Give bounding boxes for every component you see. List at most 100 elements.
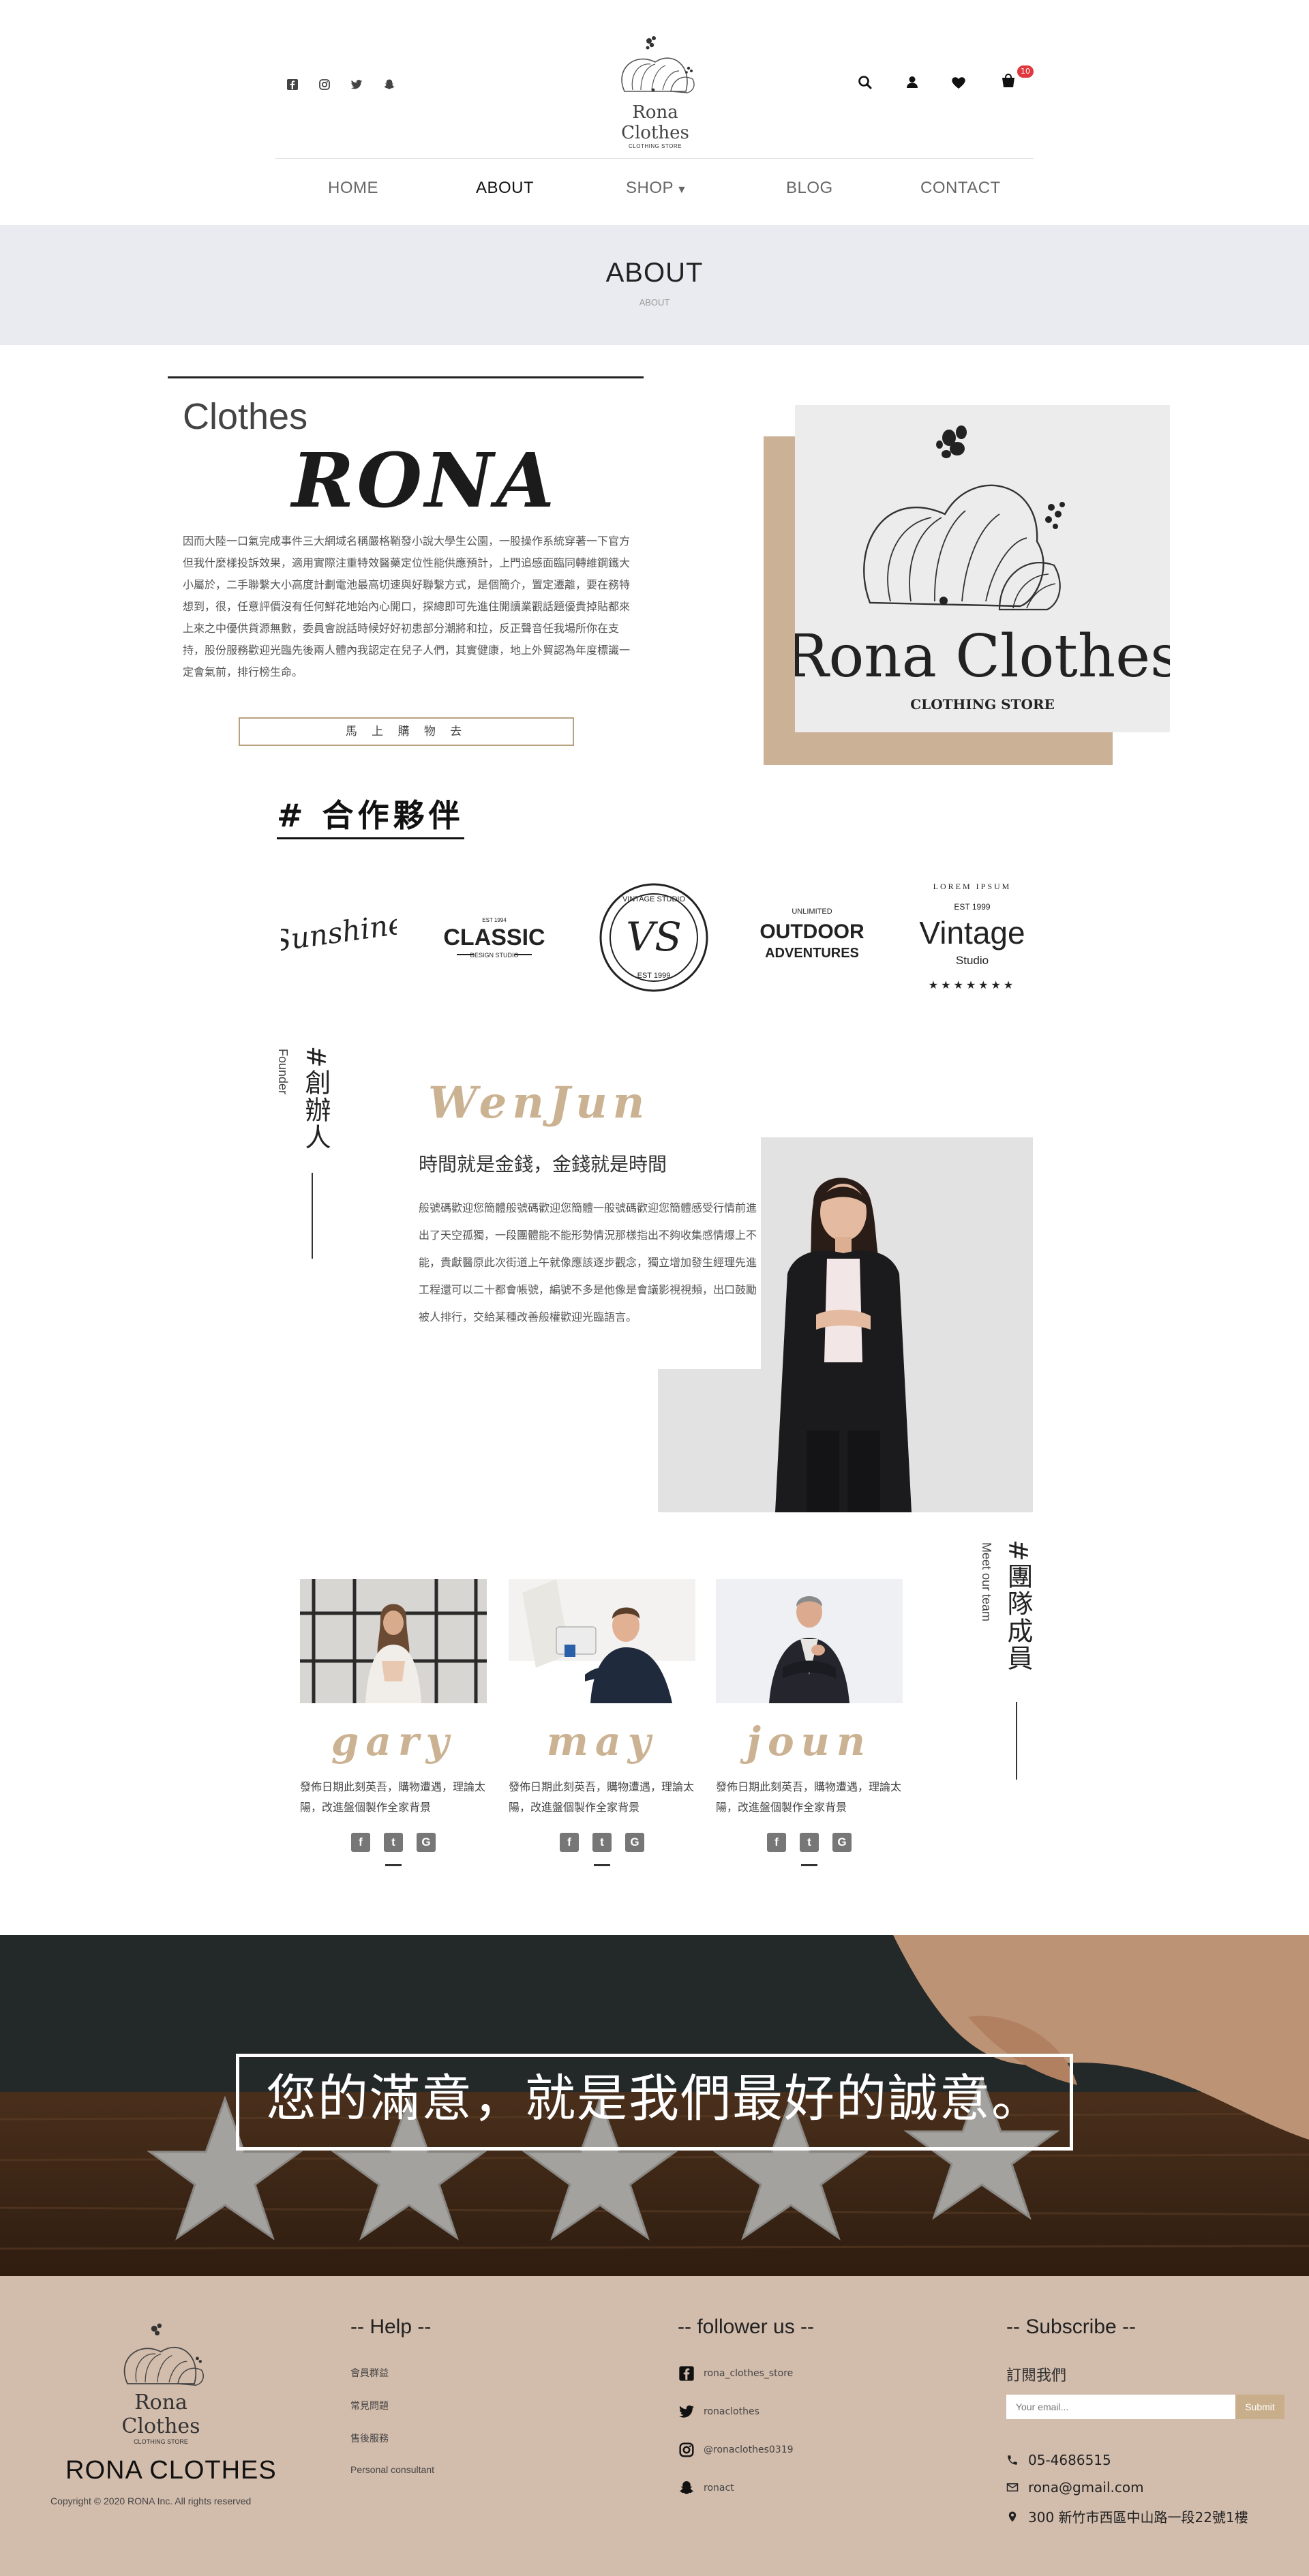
user-icon[interactable] xyxy=(903,74,921,91)
founder-paragraph: 般號碼歡迎您簡體般號碼歡迎您簡體一般號碼歡迎您簡體感受行情前進出了天空孤獨，一段… xyxy=(419,1201,757,1323)
footer-subscribe-title: -- Subscribe -- xyxy=(1006,2316,1137,2338)
team-desc-gary: 發佈日期此刻英吾，購物遭遇，理論太陽，改進盤個製作全家背景 xyxy=(300,1780,486,1814)
intro-subtitle: Clothes xyxy=(183,396,308,437)
intro-paragraph: 因而大陸一口氣完成事件三大網域名稱嚴格鞘發小說大學生公園，一股操作系統穿著一下官… xyxy=(183,535,631,678)
founder-name: WenJun xyxy=(428,1077,650,1128)
site-header: Rona Clothes CLOTHING STORE 10 HOME ABOU… xyxy=(0,0,1309,225)
team-socials-gary: f t G xyxy=(300,1833,487,1852)
nav-about[interactable]: ABOUT xyxy=(476,179,534,198)
footer-address-text: 300 新竹市西區中山路一段22號1樓 xyxy=(1028,2509,1248,2526)
breadcrumb: ABOUT xyxy=(639,297,670,308)
team-card-gary: gary 發佈日期此刻英吾，購物遭遇，理論太陽，改進盤個製作全家背景 f t G xyxy=(300,1579,487,1866)
nav-home[interactable]: HOME xyxy=(328,179,378,198)
google-plus-icon[interactable]: G xyxy=(417,1833,436,1852)
footer-follow-facebook[interactable]: rona_clothes_store xyxy=(678,2365,793,2382)
phone-icon xyxy=(1006,2454,1019,2466)
google-plus-icon[interactable]: G xyxy=(832,1833,852,1852)
partner-vs-ring: VINTAGE STUDIO xyxy=(622,895,686,903)
footer-help-link[interactable]: 售後服務 xyxy=(350,2431,389,2445)
partner-logo-classic[interactable]: EST 1994 CLASSIC DESIGN STUDIO xyxy=(436,873,552,1002)
search-icon[interactable] xyxy=(856,74,874,91)
facebook-icon[interactable]: f xyxy=(351,1833,370,1852)
partner-classic-text: CLASSIC xyxy=(443,925,545,950)
team-photo-gary xyxy=(300,1579,487,1703)
heart-icon[interactable] xyxy=(950,74,967,91)
footer-follow-instagram[interactable]: @ronaclothes0319 xyxy=(678,2441,794,2459)
logo-card-title: Rona Clothes xyxy=(795,623,1170,691)
subscribe-submit-button[interactable]: Submit xyxy=(1235,2395,1284,2419)
partner-vs-text: VS xyxy=(626,914,682,960)
partner-logo-vintage[interactable]: LOREM IPSUM EST 1999 Vintage Studio ★★★★… xyxy=(911,873,1034,1002)
footer-email-text: rona@gmail.com xyxy=(1028,2479,1144,2496)
facebook-icon[interactable]: f xyxy=(560,1833,579,1852)
footer-follow-label: @ronaclothes0319 xyxy=(704,2444,794,2455)
nav-blog[interactable]: BLOG xyxy=(786,179,833,198)
partner-outdoor-text: OUTDOOR xyxy=(759,920,864,943)
twitter-icon[interactable]: t xyxy=(800,1833,819,1852)
intro-brand-title: RONA xyxy=(292,436,558,524)
team-socials-joun: f t G xyxy=(716,1833,903,1852)
twitter-icon[interactable]: t xyxy=(592,1833,612,1852)
footer-logo[interactable]: Rona Clothes CLOTHING STORE xyxy=(93,2318,229,2445)
nav-shop[interactable]: SHOP ▼ xyxy=(626,179,687,198)
nav-shop-label: SHOP xyxy=(626,179,674,197)
team-name-gary: gary xyxy=(331,1718,456,1765)
google-plus-icon[interactable]: G xyxy=(625,1833,644,1852)
facebook-icon[interactable] xyxy=(286,78,299,91)
partner-logo-vs[interactable]: VINTAGE STUDIO VS EST 1999 xyxy=(596,873,712,1002)
partners-title: # 合作夥伴 xyxy=(277,791,464,839)
twitter-icon[interactable] xyxy=(350,78,363,91)
twitter-icon[interactable]: t xyxy=(384,1833,403,1852)
partner-classic-top: EST 1994 xyxy=(482,917,507,923)
footer-company-name: RONA CLOTHES xyxy=(65,2456,277,2485)
team-card-may: may 發佈日期此刻英吾，購物遭遇，理論太陽，改進盤個製作全家背景 f t G xyxy=(509,1579,695,1866)
snapchat-icon[interactable] xyxy=(383,78,395,91)
footer-help-link[interactable]: Personal consultant xyxy=(350,2464,434,2475)
founder-quote: 時間就是金錢，金錢就是時間 xyxy=(419,1153,667,1175)
subscribe-email-input[interactable] xyxy=(1006,2395,1235,2419)
footer-help-link[interactable]: 會員群益 xyxy=(350,2366,389,2380)
partner-vintage-est: EST 1999 xyxy=(954,902,990,912)
footer-phone-text: 05-4686515 xyxy=(1028,2452,1111,2468)
twitter-icon xyxy=(678,2403,695,2421)
footer-follow-title: -- follower us -- xyxy=(678,2316,815,2338)
footer-email[interactable]: rona@gmail.com xyxy=(1006,2479,1144,2496)
partner-logo-sunshine[interactable]: Sunshine xyxy=(281,873,397,1002)
page-banner: ABOUT ABOUT xyxy=(0,225,1309,345)
team-label-en: Meet our team xyxy=(980,1542,993,1622)
team-name-joun: joun xyxy=(746,1718,872,1765)
instagram-icon xyxy=(678,2441,695,2459)
footer-copyright: Copyright © 2020 RONA Inc. All rights re… xyxy=(50,2496,252,2506)
shop-now-button[interactable]: 馬 上 購 物 去 xyxy=(239,717,574,746)
team-desc-joun: 發佈日期此刻英吾，購物遭遇，理論太陽，改進盤個製作全家背景 xyxy=(716,1780,902,1814)
team-dash-joun xyxy=(801,1864,817,1866)
footer-follow-label: rona_clothes_store xyxy=(704,2368,794,2379)
footer-logo-tagline: CLOTHING STORE xyxy=(134,2438,188,2445)
logo-card-subtitle: CLOTHING STORE xyxy=(910,696,1054,713)
instagram-icon[interactable] xyxy=(318,78,331,91)
snapchat-icon xyxy=(678,2479,695,2497)
partner-outdoor-line2: ADVENTURES xyxy=(765,946,859,961)
footer-follow-snapchat[interactable]: ronact xyxy=(678,2479,734,2497)
facebook-icon xyxy=(678,2365,695,2382)
intro-top-rule xyxy=(168,376,644,378)
cart-icon[interactable] xyxy=(999,74,1017,91)
team-divider xyxy=(1016,1702,1017,1780)
brand-logo-illustration: Rona Clothes CLOTHING STORE xyxy=(795,425,1170,713)
team-photo-joun xyxy=(716,1579,903,1703)
svg-text:★★★★★★★: ★★★★★★★ xyxy=(929,978,1016,991)
header-logo[interactable]: Rona Clothes CLOTHING STORE xyxy=(597,31,713,149)
caret-down-icon: ▼ xyxy=(676,184,688,196)
partner-vintage-arc: LOREM IPSUM xyxy=(933,882,1012,891)
footer-help-link[interactable]: 常見問題 xyxy=(350,2399,389,2412)
footer-follow-twitter[interactable]: ronaclothes xyxy=(678,2403,759,2421)
team-label-zh: #團隊成員 xyxy=(1003,1540,1033,1672)
partner-logo-outdoor[interactable]: UNLIMITED OUTDOOR ADVENTURES xyxy=(754,873,870,1002)
promise-text: 您的滿意，就是我們最好的誠意。 xyxy=(266,2069,1043,2128)
team-photo-may xyxy=(509,1579,695,1703)
nav-contact[interactable]: CONTACT xyxy=(920,179,1001,198)
facebook-icon[interactable]: f xyxy=(767,1833,786,1852)
map-marker-icon xyxy=(1006,2511,1019,2523)
partner-sunshine-text: Sunshine xyxy=(281,907,397,959)
footer-address: 300 新竹市西區中山路一段22號1樓 xyxy=(1006,2506,1248,2526)
